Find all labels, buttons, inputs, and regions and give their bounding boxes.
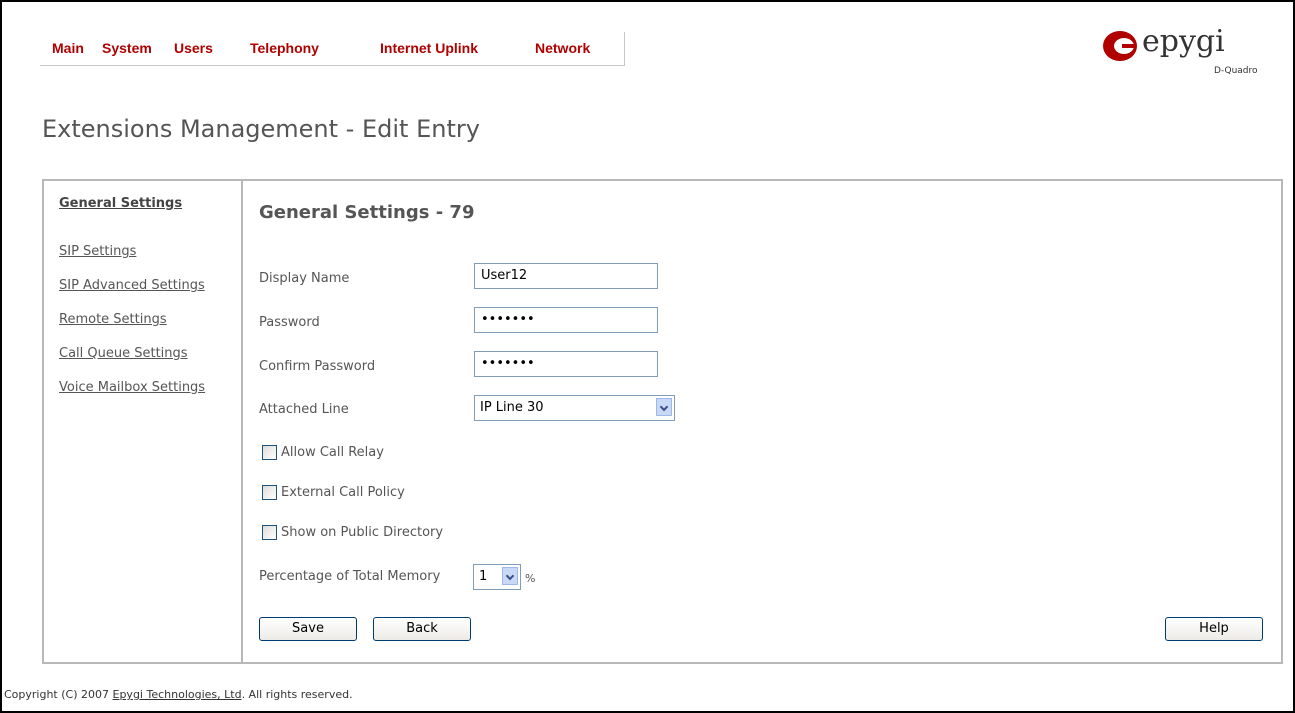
confirm-password-label: Confirm Password: [259, 359, 376, 374]
display-name-field[interactable]: User12: [474, 263, 658, 289]
page-frame: Main System Users Telephony Internet Upl…: [0, 0, 1295, 713]
menu-item-telephony[interactable]: Telephony: [250, 40, 319, 56]
show-public-directory-checkbox[interactable]: [262, 525, 277, 540]
allow-call-relay-row[interactable]: Allow Call Relay: [262, 445, 384, 460]
password-field[interactable]: •••••••: [474, 307, 658, 333]
top-menu: Main System Users Telephony Internet Upl…: [40, 32, 625, 66]
logo-wordmark: epygi: [1142, 24, 1225, 59]
sidebar-item-remote-settings[interactable]: Remote Settings: [59, 312, 167, 327]
sidebar-item-call-queue-settings[interactable]: Call Queue Settings: [59, 346, 188, 361]
percent-unit: %: [525, 572, 536, 585]
external-call-policy-label: External Call Policy: [281, 485, 405, 500]
sidebar-item-sip-settings[interactable]: SIP Settings: [59, 244, 136, 259]
section-title: General Settings - 79: [259, 202, 475, 223]
menu-item-system[interactable]: System: [102, 40, 152, 56]
save-button[interactable]: Save: [259, 617, 357, 641]
external-call-policy-checkbox[interactable]: [262, 485, 277, 500]
footer-suffix: . All rights reserved.: [241, 688, 353, 701]
menu-item-users[interactable]: Users: [174, 40, 213, 56]
memory-percentage-select[interactable]: 1: [473, 564, 521, 590]
help-button[interactable]: Help: [1165, 617, 1263, 641]
allow-call-relay-checkbox[interactable]: [262, 445, 277, 460]
epygi-logo: epygi D-Quadro: [1102, 24, 1272, 84]
settings-panel: General Settings SIP Settings SIP Advanc…: [42, 179, 1283, 664]
allow-call-relay-label: Allow Call Relay: [281, 445, 384, 460]
attached-line-label: Attached Line: [259, 402, 349, 417]
memory-percentage-label: Percentage of Total Memory: [259, 569, 441, 584]
page-title: Extensions Management - Edit Entry: [42, 115, 480, 143]
show-public-directory-label: Show on Public Directory: [281, 525, 444, 540]
sidebar-item-sip-advanced-settings[interactable]: SIP Advanced Settings: [59, 278, 205, 293]
copyright-footer: Copyright (C) 2007 Epygi Technologies, L…: [4, 688, 353, 701]
chevron-down-icon[interactable]: [656, 398, 672, 416]
menu-item-main[interactable]: Main: [52, 40, 84, 56]
sidebar-item-voice-mailbox-settings[interactable]: Voice Mailbox Settings: [59, 380, 205, 395]
display-name-label: Display Name: [259, 271, 350, 286]
show-public-directory-row[interactable]: Show on Public Directory: [262, 525, 443, 540]
attached-line-selected-value: IP Line 30: [480, 400, 544, 415]
external-call-policy-row[interactable]: External Call Policy: [262, 485, 405, 500]
epygi-logo-mark-icon: [1103, 31, 1137, 61]
memory-percentage-value: 1: [479, 569, 488, 584]
confirm-password-field[interactable]: •••••••: [474, 351, 658, 377]
company-link[interactable]: Epygi Technologies, Ltd: [113, 688, 242, 701]
sidebar-item-general-settings[interactable]: General Settings: [59, 196, 182, 211]
footer-prefix: Copyright (C) 2007: [4, 688, 113, 701]
chevron-down-icon[interactable]: [502, 567, 518, 585]
back-button[interactable]: Back: [373, 617, 471, 641]
attached-line-select[interactable]: IP Line 30: [474, 395, 675, 421]
settings-sidebar: General Settings SIP Settings SIP Advanc…: [44, 181, 243, 662]
menu-item-internet-uplink[interactable]: Internet Uplink: [380, 40, 478, 56]
menu-item-network[interactable]: Network: [535, 40, 590, 56]
password-label: Password: [259, 315, 320, 330]
logo-model-name: D-Quadro: [1214, 66, 1258, 76]
